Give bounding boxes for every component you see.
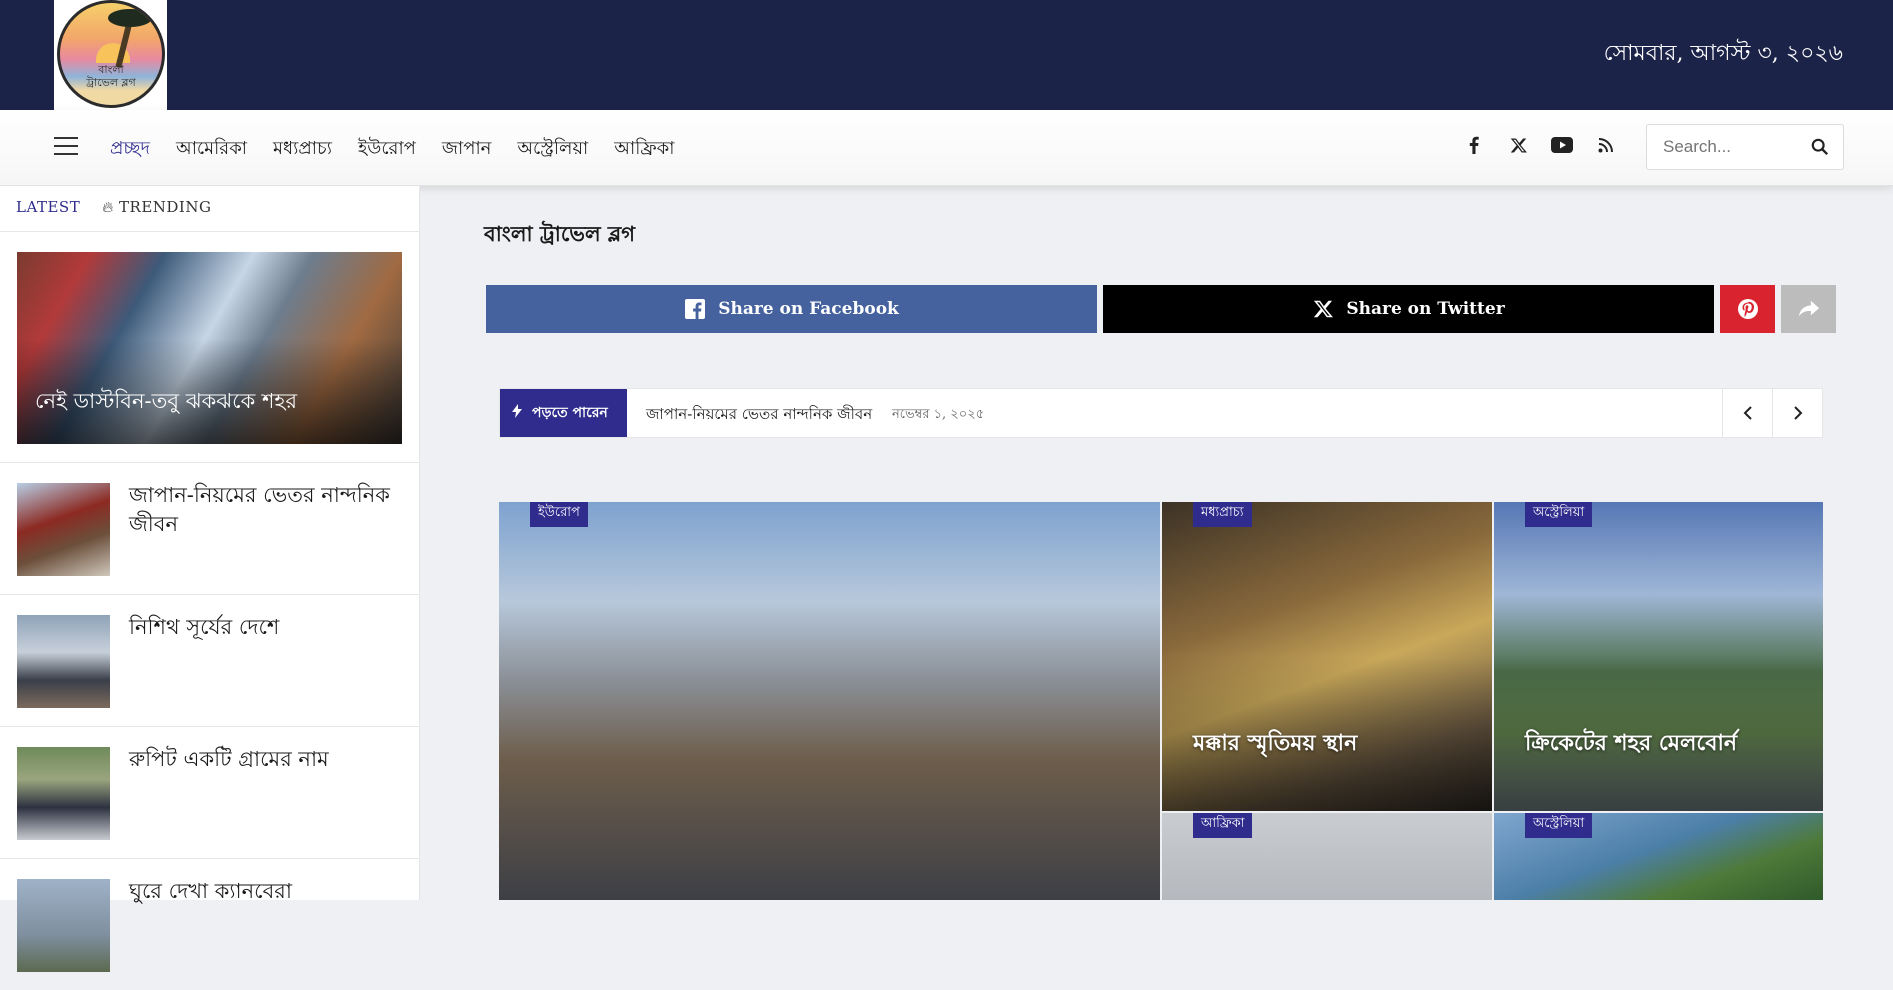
- nav-item-america[interactable]: আমেরিকা: [176, 134, 247, 165]
- ticker-label-text: পড়তে পারেন: [532, 405, 608, 421]
- logo-text: বাংলা ট্রাভেল ব্লগ: [60, 63, 162, 89]
- ticker-headline[interactable]: জাপান-নিয়মের ভেতর নান্দনিক জীবন: [646, 403, 872, 428]
- main-navbar: প্রচ্ছদ আমেরিকা মধ্যপ্রাচ্য ইউরোপ জাপান …: [0, 110, 1893, 186]
- search-icon[interactable]: [1811, 138, 1829, 156]
- list-item[interactable]: নিশিথ সূর্যের দেশে: [0, 594, 420, 726]
- divider: [0, 231, 420, 232]
- facebook-icon: [684, 298, 706, 320]
- post-thumbnail[interactable]: [17, 747, 110, 840]
- share-facebook-button[interactable]: Share on Facebook: [486, 285, 1097, 333]
- pinterest-icon: [1737, 298, 1759, 320]
- share-pinterest-button[interactable]: [1720, 285, 1775, 333]
- image-overlay: [1494, 502, 1823, 811]
- sidebar-tabs: LATEST 🔥︎ TRENDING: [16, 198, 211, 216]
- category-badge[interactable]: আফ্রিকা: [1193, 813, 1253, 838]
- post-thumbnail[interactable]: [17, 879, 110, 972]
- grid-tile-title[interactable]: মক্কার স্মৃতিময় স্থান: [1193, 726, 1357, 763]
- logo-text-line1: বাংলা: [98, 63, 124, 76]
- ticker-label: পড়তে পারেন: [500, 389, 627, 437]
- list-item[interactable]: ঘুরে দেখা ক্যানবেরা: [0, 858, 420, 990]
- list-item-title[interactable]: ঘুরে দেখা ক্যানবেরা: [129, 877, 409, 906]
- search-box: [1646, 124, 1844, 170]
- tab-trending[interactable]: 🔥︎ TRENDING: [102, 198, 211, 216]
- chevron-right-icon: [1793, 401, 1803, 425]
- category-badge[interactable]: ইউরোপ: [530, 502, 588, 527]
- share-twitter-button[interactable]: Share on Twitter: [1103, 285, 1714, 333]
- search-input[interactable]: [1663, 137, 1803, 157]
- news-ticker: পড়তে পারেন জাপান-নিয়মের ভেতর নান্দনিক …: [499, 388, 1823, 438]
- nav-item-middle-east[interactable]: মধ্যপ্রাচ্য: [273, 134, 332, 165]
- featured-grid: ইউরোপ মধ্যপ্রাচ্য মক্কার স্মৃতিময় স্থান…: [499, 502, 1823, 900]
- tab-latest[interactable]: LATEST: [16, 198, 80, 216]
- current-date: সোমবার, আগস্ট ৩, ২০২৬: [1603, 41, 1843, 66]
- nav-item-africa[interactable]: আফ্রিকা: [614, 134, 674, 165]
- category-badge[interactable]: মধ্যপ্রাচ্য: [1193, 502, 1252, 527]
- share-twitter-label: Share on Twitter: [1346, 299, 1505, 319]
- facebook-icon[interactable]: [1462, 133, 1486, 157]
- ticker-prev-button[interactable]: [1722, 389, 1772, 437]
- share-more-button[interactable]: [1781, 285, 1836, 333]
- nav-menu: প্রচ্ছদ আমেরিকা মধ্যপ্রাচ্য ইউরোপ জাপান …: [110, 134, 674, 165]
- post-thumbnail[interactable]: [17, 483, 110, 576]
- logo-emblem: বাংলা ট্রাভেল ব্লগ: [57, 0, 165, 108]
- featured-post-title[interactable]: নেই ডাস্টবিন-তবু ঝকঝকে শহর: [35, 385, 297, 420]
- bolt-icon: [512, 404, 522, 422]
- sidebar: LATEST 🔥︎ TRENDING নেই ডাস্টবিন-তবু ঝকঝক…: [0, 186, 420, 972]
- list-item[interactable]: রুপিট একটি গ্রামের নাম: [0, 726, 420, 858]
- logo-text-line2: ট্রাভেল ব্লগ: [86, 76, 136, 89]
- nav-item-europe[interactable]: ইউরোপ: [358, 134, 416, 165]
- category-badge[interactable]: অস্ট্রেলিয়া: [1525, 502, 1593, 527]
- flame-icon: 🔥︎: [102, 198, 114, 216]
- grid-tile[interactable]: অস্ট্রেলিয়া: [1494, 813, 1823, 900]
- ticker-date: নভেম্বর ১, ২০২৫: [892, 407, 985, 422]
- tab-trending-label: TRENDING: [119, 198, 212, 216]
- x-icon: [1312, 298, 1334, 320]
- hamburger-icon[interactable]: [54, 137, 78, 157]
- grid-tile[interactable]: আফ্রিকা: [1162, 813, 1492, 900]
- chevron-left-icon: [1743, 401, 1753, 425]
- grid-tile[interactable]: অস্ট্রেলিয়া ক্রিকেটের শহর মেলবোর্ন: [1494, 502, 1823, 811]
- nav-item-home[interactable]: প্রচ্ছদ: [110, 134, 150, 165]
- nav-item-australia[interactable]: অস্ট্রেলিয়া: [517, 134, 588, 165]
- ticker-next-button[interactable]: [1772, 389, 1822, 437]
- rss-icon[interactable]: [1594, 133, 1618, 157]
- grid-tile[interactable]: মধ্যপ্রাচ্য মক্কার স্মৃতিময় স্থান: [1162, 502, 1492, 811]
- logo-palm-leaves: [108, 9, 152, 27]
- list-item-title[interactable]: নিশিথ সূর্যের দেশে: [129, 613, 409, 642]
- nav-item-japan[interactable]: জাপান: [442, 134, 492, 165]
- social-links: [1462, 133, 1618, 157]
- share-facebook-label: Share on Facebook: [718, 299, 899, 319]
- image-overlay: [1162, 502, 1492, 811]
- list-item-title[interactable]: জাপান-নিয়মের ভেতর নান্দনিক জীবন: [129, 481, 409, 539]
- grid-tile-title[interactable]: ক্রিকেটের শহর মেলবোর্ন: [1525, 726, 1737, 763]
- list-item[interactable]: জাপান-নিয়মের ভেতর নান্দনিক জীবন: [0, 462, 420, 594]
- list-item-title[interactable]: রুপিট একটি গ্রামের নাম: [129, 745, 409, 774]
- page-title: বাংলা ট্রাভেল ব্লগ: [484, 221, 636, 246]
- featured-post[interactable]: নেই ডাস্টবিন-তবু ঝকঝকে শহর: [17, 252, 402, 444]
- top-header: বাংলা ট্রাভেল ব্লগ সোমবার, আগস্ট ৩, ২০২৬: [0, 0, 1893, 110]
- grid-tile-large[interactable]: ইউরোপ: [499, 502, 1160, 900]
- youtube-icon[interactable]: [1550, 133, 1574, 157]
- category-badge[interactable]: অস্ট্রেলিয়া: [1525, 813, 1593, 838]
- share-arrow-icon: [1798, 298, 1820, 320]
- post-thumbnail[interactable]: [17, 615, 110, 708]
- x-icon[interactable]: [1506, 133, 1530, 157]
- site-logo[interactable]: বাংলা ট্রাভেল ব্লগ: [54, 0, 167, 110]
